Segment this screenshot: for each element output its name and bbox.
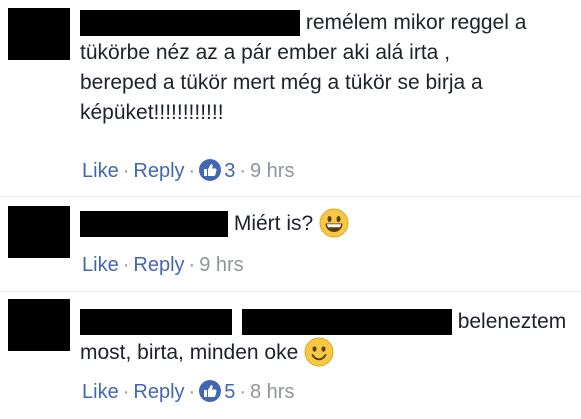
like-link[interactable]: Like (82, 160, 119, 182)
reply-link[interactable]: Reply (133, 381, 184, 403)
comment-actions: Like · Reply · 3 · 9 hrs (82, 158, 294, 184)
redacted-author-name (80, 10, 300, 37)
separator: · (122, 381, 130, 403)
separator: · (122, 160, 130, 182)
reaction-count: 5 (224, 381, 236, 403)
avatar[interactable] (8, 8, 70, 60)
timestamp[interactable]: 9 hrs (199, 254, 243, 276)
separator: · (188, 254, 196, 276)
comment-actions: Like · Reply · 9 hrs (82, 252, 244, 278)
redacted-author-name (80, 309, 232, 336)
reply-link[interactable]: Reply (133, 160, 184, 182)
reaction-summary[interactable]: 5 (199, 380, 236, 403)
avatar[interactable] (8, 299, 70, 351)
comment-line: beleneztem (457, 310, 567, 333)
separator: · (239, 160, 246, 182)
thumbs-up-icon (199, 159, 222, 181)
like-link[interactable]: Like (82, 254, 119, 276)
comment-line: remélem mikor reggel a (305, 11, 527, 34)
comment-text: remélem mikor reggel a tükörbe néz az a … (80, 8, 580, 128)
reaction-summary[interactable]: 3 (199, 159, 236, 182)
comment-2: Miért is? Like · Reply · 9 hrs (0, 196, 581, 291)
comment-line: bereped a tükör mert még a tükör se birj… (80, 71, 483, 94)
comment-line: most, birta, minden oke (80, 341, 299, 364)
comment-line: képüket!!!!!!!!!!!! (80, 101, 224, 124)
reaction-count: 3 (224, 160, 236, 182)
separator: · (122, 254, 130, 276)
comment-line: Miért is? (233, 212, 314, 235)
comment-3: beleneztem most, birta, minden oke Like ·… (0, 291, 581, 419)
smiling-face-icon (304, 337, 334, 376)
comment-1: remélem mikor reggel a tükörbe néz az a … (0, 0, 581, 195)
separator: · (188, 160, 196, 182)
comment-text: Miért is? (80, 208, 580, 247)
avatar[interactable] (8, 206, 70, 258)
comment-text: beleneztem most, birta, minden oke (80, 307, 581, 376)
grinning-face-icon (319, 208, 349, 247)
separator: · (239, 381, 246, 403)
redacted-mention (241, 309, 452, 336)
timestamp[interactable]: 9 hrs (250, 160, 294, 182)
redacted-author-name (80, 211, 228, 238)
separator: · (188, 381, 196, 403)
reply-link[interactable]: Reply (133, 254, 184, 276)
like-link[interactable]: Like (82, 381, 119, 403)
comment-actions: Like · Reply · 5 · 8 hrs (82, 379, 294, 405)
thumbs-up-icon (199, 380, 222, 402)
timestamp[interactable]: 8 hrs (250, 381, 294, 403)
comment-line: tükörbe néz az a pár ember aki alá irta … (80, 41, 451, 64)
